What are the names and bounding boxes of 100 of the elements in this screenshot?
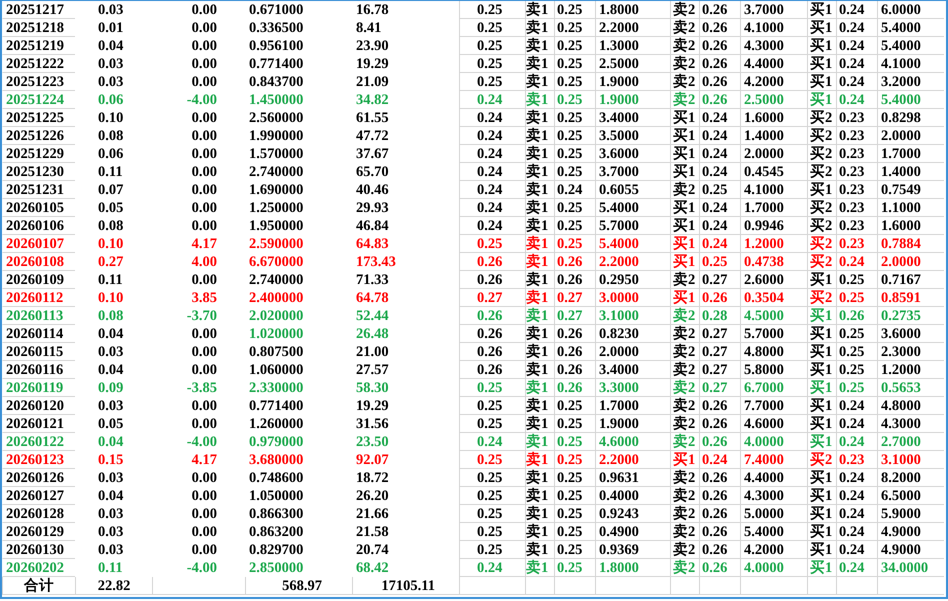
table-cell-text: 0.671000 — [248, 1, 304, 19]
table-cell: 买1 — [670, 289, 699, 307]
table-cell-text: 0.03 — [97, 523, 124, 541]
table-cell: 20251230 — [2, 163, 75, 181]
table-cell: 0.26 — [699, 397, 740, 415]
table-cell: 0.24 — [836, 523, 877, 541]
table-cell: 买1 — [807, 541, 836, 559]
table-cell-text: 0.01 — [97, 19, 124, 37]
table-cell: 2.3000 — [877, 343, 944, 361]
table-cell: 买1 — [807, 271, 836, 289]
table-cell: 2.5000 — [740, 91, 807, 109]
table-cell-text: 0.03 — [97, 505, 124, 523]
table-cell: 卖2 — [670, 271, 699, 289]
table-cell: 0.25 — [836, 289, 877, 307]
table-cell-text: -4.00 — [186, 91, 218, 109]
empty-cell — [807, 577, 836, 595]
table-cell: 4.1000 — [740, 19, 807, 37]
table-cell: 0.26 — [554, 271, 595, 289]
table-cell: 2.6000 — [740, 271, 807, 289]
table-cell: 0.28 — [699, 307, 740, 325]
table-cell: 6.0000 — [877, 1, 944, 19]
table-cell: 4.6000 — [595, 433, 670, 451]
table-cell: 0.25 — [554, 109, 595, 127]
table-cell: 0.24 — [836, 541, 877, 559]
table-cell: 2.2000 — [595, 253, 670, 271]
table-cell: 0.26 — [699, 487, 740, 505]
table-cell: 0.24 — [836, 469, 877, 487]
table-cell-text: 0.00 — [190, 19, 218, 37]
table-cell-text: 1.450000 — [248, 91, 304, 109]
table-cell: 0.24 — [459, 433, 525, 451]
table-cell-text: 26.20 — [355, 487, 390, 505]
table-cell: 22.82 — [75, 577, 152, 595]
table-cell: 0.25 — [459, 379, 525, 397]
table-cell: 买1 — [807, 523, 836, 541]
empty-cell — [740, 577, 807, 595]
table-cell-text: 37.67 — [355, 145, 390, 163]
table-cell: 0.26 — [699, 541, 740, 559]
table-cell: 20260113 — [2, 307, 75, 325]
table-cell: 卖2 — [670, 73, 699, 91]
table-cell-text: 21.66 — [355, 505, 390, 523]
table-cell-text: 3.85 — [190, 289, 218, 307]
table-cell: 20260202 — [2, 559, 75, 577]
table-cell: 2.0000 — [595, 343, 670, 361]
table-cell: 0.25 — [459, 487, 525, 505]
table-cell-text: 0.04 — [97, 37, 124, 55]
table-cell: 买1 — [670, 253, 699, 271]
table-cell-text: 31.56 — [355, 415, 390, 433]
table-cell: 卖2 — [670, 55, 699, 73]
table-cell: 5.4000 — [740, 523, 807, 541]
table-cell: 4.3000 — [877, 415, 944, 433]
table-cell: 0.23 — [836, 235, 877, 253]
table-cell: 买1 — [670, 199, 699, 217]
table-cell: 卖1 — [525, 523, 554, 541]
table-cell: 1.9000 — [595, 73, 670, 91]
table-cell-text: 0.00 — [190, 505, 218, 523]
table-cell: 0.4545 — [740, 163, 807, 181]
table-cell: 0.24 — [836, 505, 877, 523]
table-cell: 卖2 — [670, 361, 699, 379]
table-cell-text: 1.570000 — [248, 145, 304, 163]
table-cell-text: 0.10 — [97, 109, 124, 127]
table-cell-text: 58.30 — [355, 379, 390, 397]
table-cell: 卖1 — [525, 19, 554, 37]
table-cell: 0.24 — [836, 73, 877, 91]
table-cell: 8.2000 — [877, 469, 944, 487]
table-cell: 0.9631 — [595, 469, 670, 487]
table-cell-text: 2.560000 — [248, 109, 304, 127]
table-cell: 20260115 — [2, 343, 75, 361]
table-cell: 7.7000 — [740, 397, 807, 415]
table-cell: 卖1 — [525, 253, 554, 271]
table-cell: 6.5000 — [877, 487, 944, 505]
table-cell: 4.4000 — [740, 469, 807, 487]
table-cell: 6.7000 — [740, 379, 807, 397]
table-cell: 4.2000 — [740, 73, 807, 91]
table-cell: 5.4000 — [877, 91, 944, 109]
table-cell: 0.25 — [554, 397, 595, 415]
table-cell: 卖1 — [525, 343, 554, 361]
table-cell: 1.8000 — [595, 559, 670, 577]
table-cell-text: 27.57 — [355, 361, 390, 379]
table-cell: 1.1000 — [877, 199, 944, 217]
table-cell: 0.25 — [459, 541, 525, 559]
table-cell: 0.26 — [699, 91, 740, 109]
table-cell: 卖2 — [670, 19, 699, 37]
table-cell: 0.23 — [836, 145, 877, 163]
table-cell-text: 6.670000 — [248, 253, 304, 271]
table-cell: 17105.11 — [352, 577, 459, 595]
table-cell: 0.26 — [699, 559, 740, 577]
table-cell-text: 0.05 — [97, 415, 124, 433]
table-cell: 0.26 — [459, 307, 525, 325]
table-cell: 卖2 — [670, 325, 699, 343]
table-cell: 4.8000 — [877, 397, 944, 415]
table-cell: 0.25 — [554, 541, 595, 559]
table-cell: 卖1 — [525, 307, 554, 325]
table-cell: 20260128 — [2, 505, 75, 523]
table-cell: 卖1 — [525, 37, 554, 55]
table-cell-text: 1.250000 — [248, 199, 304, 217]
table-cell: 0.26 — [699, 433, 740, 451]
table-cell: 卖1 — [525, 451, 554, 469]
table-cell-text: 61.55 — [355, 109, 390, 127]
table-cell: 20260107 — [2, 235, 75, 253]
table-cell: 0.25 — [699, 253, 740, 271]
